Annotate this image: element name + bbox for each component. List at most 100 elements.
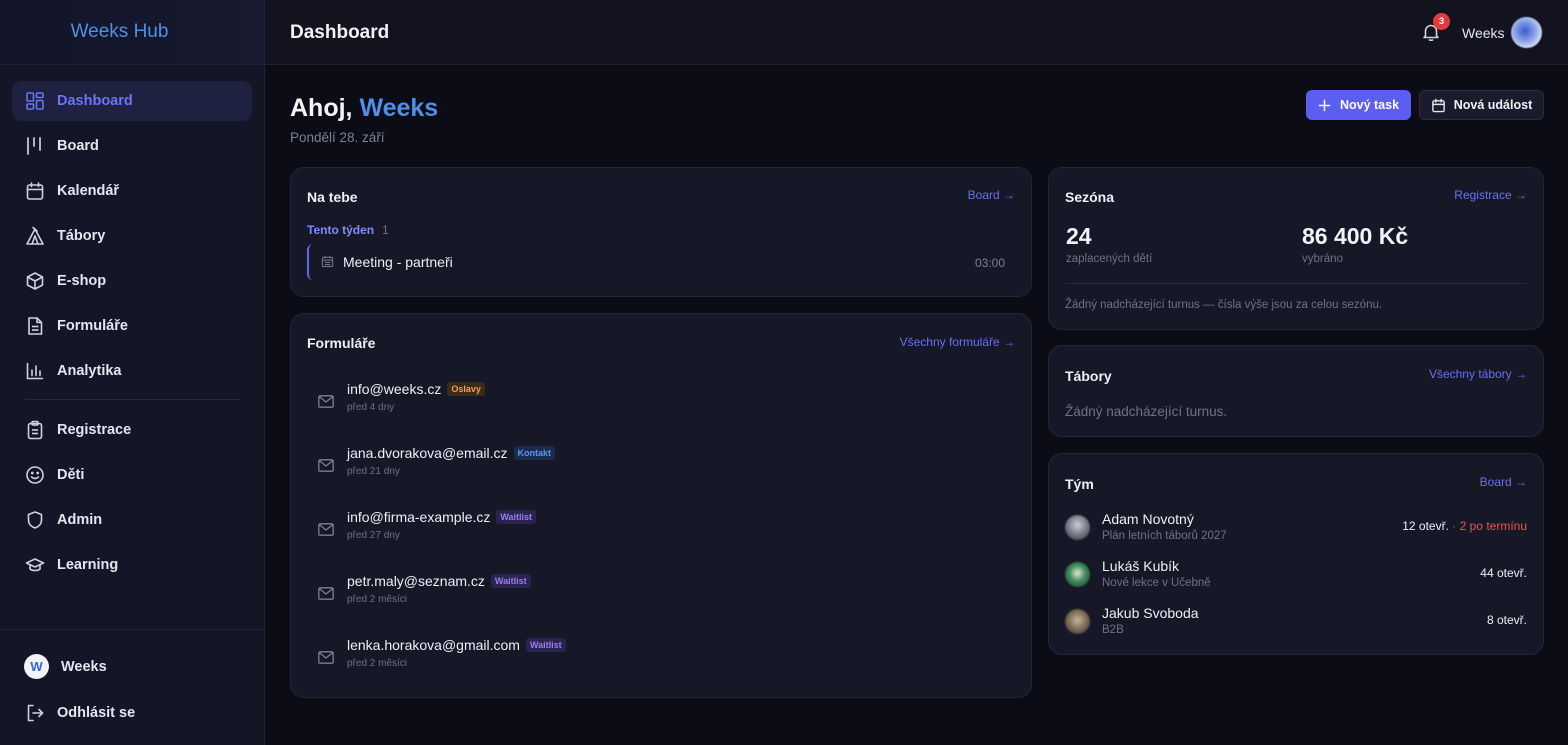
sidebar-item-label: Analytika: [57, 363, 122, 379]
form-email: info@firma-example.cz: [347, 509, 491, 525]
board-columns-icon: [25, 136, 45, 156]
form-time-ago: před 21 dny: [347, 466, 400, 477]
sidebar-divider: [25, 399, 240, 400]
card-title: Tým: [1065, 476, 1094, 492]
member-open-count: 8 otevř.: [1487, 613, 1527, 627]
sidebar-item-label: Admin: [57, 512, 103, 528]
tag-badge: Oslavy: [447, 382, 485, 396]
overdue-count: 2 po termínu: [1459, 519, 1527, 533]
member-name: Jakub Svoboda: [1102, 605, 1199, 621]
separator-dot: ·: [1452, 519, 1457, 533]
sidebar-item-calendar[interactable]: Kalendář: [12, 171, 252, 211]
logout-button[interactable]: Odhlásit se: [25, 703, 135, 723]
new-event-label: Nová událost: [1453, 98, 1533, 112]
member-open-count: 44 otevř.: [1480, 566, 1527, 580]
sidebar-item-label: Learning: [57, 557, 119, 573]
sidebar-item-admin[interactable]: Admin: [12, 500, 252, 540]
team-member-row[interactable]: Jakub Svoboda B2B 8 otevř.: [1065, 605, 1527, 645]
mail-icon: [318, 395, 334, 408]
sidebar-item-label: E-shop: [57, 273, 107, 289]
card-title: Tábory: [1065, 368, 1112, 384]
form-email: info@weeks.cz: [347, 381, 442, 397]
sidebar-item-label: Tábory: [57, 228, 106, 244]
week-label: Tento týden: [307, 223, 375, 237]
all-camps-link[interactable]: Všechny tábory →: [1429, 367, 1527, 381]
calendar-icon: [321, 255, 334, 268]
tag-badge: Kontakt: [513, 446, 556, 460]
sidebar-item-camps[interactable]: Tábory: [12, 216, 252, 256]
form-time-ago: před 2 měsíci: [347, 594, 408, 605]
logout-label: Odhlásit se: [57, 705, 136, 721]
sidebar-item-registration[interactable]: Registrace: [12, 410, 252, 450]
board-link[interactable]: Board →: [968, 188, 1015, 202]
divider: [1065, 283, 1527, 284]
tent-icon: [25, 226, 45, 246]
task-row[interactable]: Meeting - partneři 03:00: [307, 244, 1015, 280]
sidebar-item-analytics[interactable]: Analytika: [12, 351, 252, 391]
sidebar-item-label: Registrace: [57, 422, 132, 438]
sidebar-item-label: Kalendář: [57, 183, 120, 199]
sidebar-item-label: Formuláře: [57, 318, 128, 334]
sidebar-item-children[interactable]: Děti: [12, 455, 252, 495]
sidebar-nav: Dashboard Board Kalendář Tábory E-shop F…: [12, 81, 252, 590]
team-member-row[interactable]: Lukáš Kubík Nové lekce v Učebně 44 otevř…: [1065, 558, 1527, 598]
smile-icon: [25, 465, 45, 485]
greeting-name: Weeks: [359, 94, 439, 122]
team-member-row[interactable]: Adam Novotný Plán letních táborů 2027 12…: [1065, 511, 1527, 551]
member-subtitle: Plán letních táborů 2027: [1102, 530, 1227, 542]
sidebar-user[interactable]: W Weeks: [24, 654, 107, 679]
children-count: 24: [1066, 223, 1092, 249]
new-task-button[interactable]: Nový task: [1306, 90, 1411, 120]
document-icon: [25, 316, 45, 336]
topbar-user-name[interactable]: Weeks: [1462, 25, 1505, 41]
new-event-button[interactable]: Nová událost: [1419, 90, 1544, 120]
brand-logo[interactable]: Weeks Hub: [0, 0, 264, 65]
sidebar-item-dashboard[interactable]: Dashboard: [12, 81, 252, 121]
sidebar: Weeks Hub Dashboard Board Kalendář Tábor…: [0, 0, 265, 745]
avatar: [1065, 562, 1090, 587]
camps-empty-state: Žádný nadcházející turnus.: [1065, 404, 1228, 419]
amount-collected: 86 400 Kč: [1302, 223, 1409, 249]
sidebar-item-forms[interactable]: Formuláře: [12, 306, 252, 346]
member-name: Adam Novotný: [1102, 511, 1194, 527]
sidebar-item-label: Děti: [57, 467, 85, 483]
member-subtitle: B2B: [1102, 624, 1124, 636]
sidebar-item-eshop[interactable]: E-shop: [12, 261, 252, 301]
season-note: Žádný nadcházející turnus — čísla výše j…: [1065, 299, 1383, 311]
avatar: [1065, 515, 1090, 540]
registration-link[interactable]: Registrace →: [1454, 188, 1527, 202]
package-icon: [25, 271, 45, 291]
notification-badge: 3: [1433, 13, 1450, 30]
avatar[interactable]: [1511, 17, 1542, 48]
open-count: 12 otevř.: [1402, 519, 1449, 533]
form-time-ago: před 4 dny: [347, 402, 395, 413]
form-time-ago: před 2 měsíci: [347, 658, 408, 669]
form-email: petr.maly@seznam.cz: [347, 573, 485, 589]
sidebar-item-board[interactable]: Board: [12, 126, 252, 166]
clipboard-icon: [25, 420, 45, 440]
dashboard-grid-icon: [25, 91, 45, 111]
team-card: Tým Board → Adam Novotný Plán letních tá…: [1048, 453, 1544, 655]
avatar: [1065, 609, 1090, 634]
task-time: 03:00: [974, 256, 1005, 270]
card-title: Formuláře: [307, 335, 376, 351]
topbar: Dashboard 3 Weeks: [265, 0, 1568, 65]
shield-icon: [25, 510, 45, 530]
camps-card: Tábory Všechny tábory → Žádný nadcházejí…: [1048, 345, 1544, 437]
open-count: 8 otevř.: [1486, 613, 1527, 627]
current-date: Pondělí 28. září: [290, 130, 385, 145]
sidebar-item-learning[interactable]: Learning: [12, 545, 252, 585]
greeting-heading: Ahoj, Weeks: [290, 94, 438, 123]
mail-icon: [318, 651, 334, 664]
form-email: jana.dvorakova@email.cz: [347, 445, 508, 461]
tag-badge: Waitlist: [525, 638, 566, 652]
tag-badge: Waitlist: [496, 510, 537, 524]
week-count: 1: [382, 223, 389, 237]
team-board-link[interactable]: Board →: [1480, 475, 1527, 489]
weeks-logo-icon: W: [24, 654, 49, 679]
all-forms-link[interactable]: Všechny formuláře →: [900, 335, 1015, 349]
page-title: Dashboard: [290, 22, 390, 43]
tag-badge: Waitlist: [490, 574, 531, 588]
card-title: Sezóna: [1065, 189, 1115, 205]
plus-icon: [1318, 99, 1331, 112]
